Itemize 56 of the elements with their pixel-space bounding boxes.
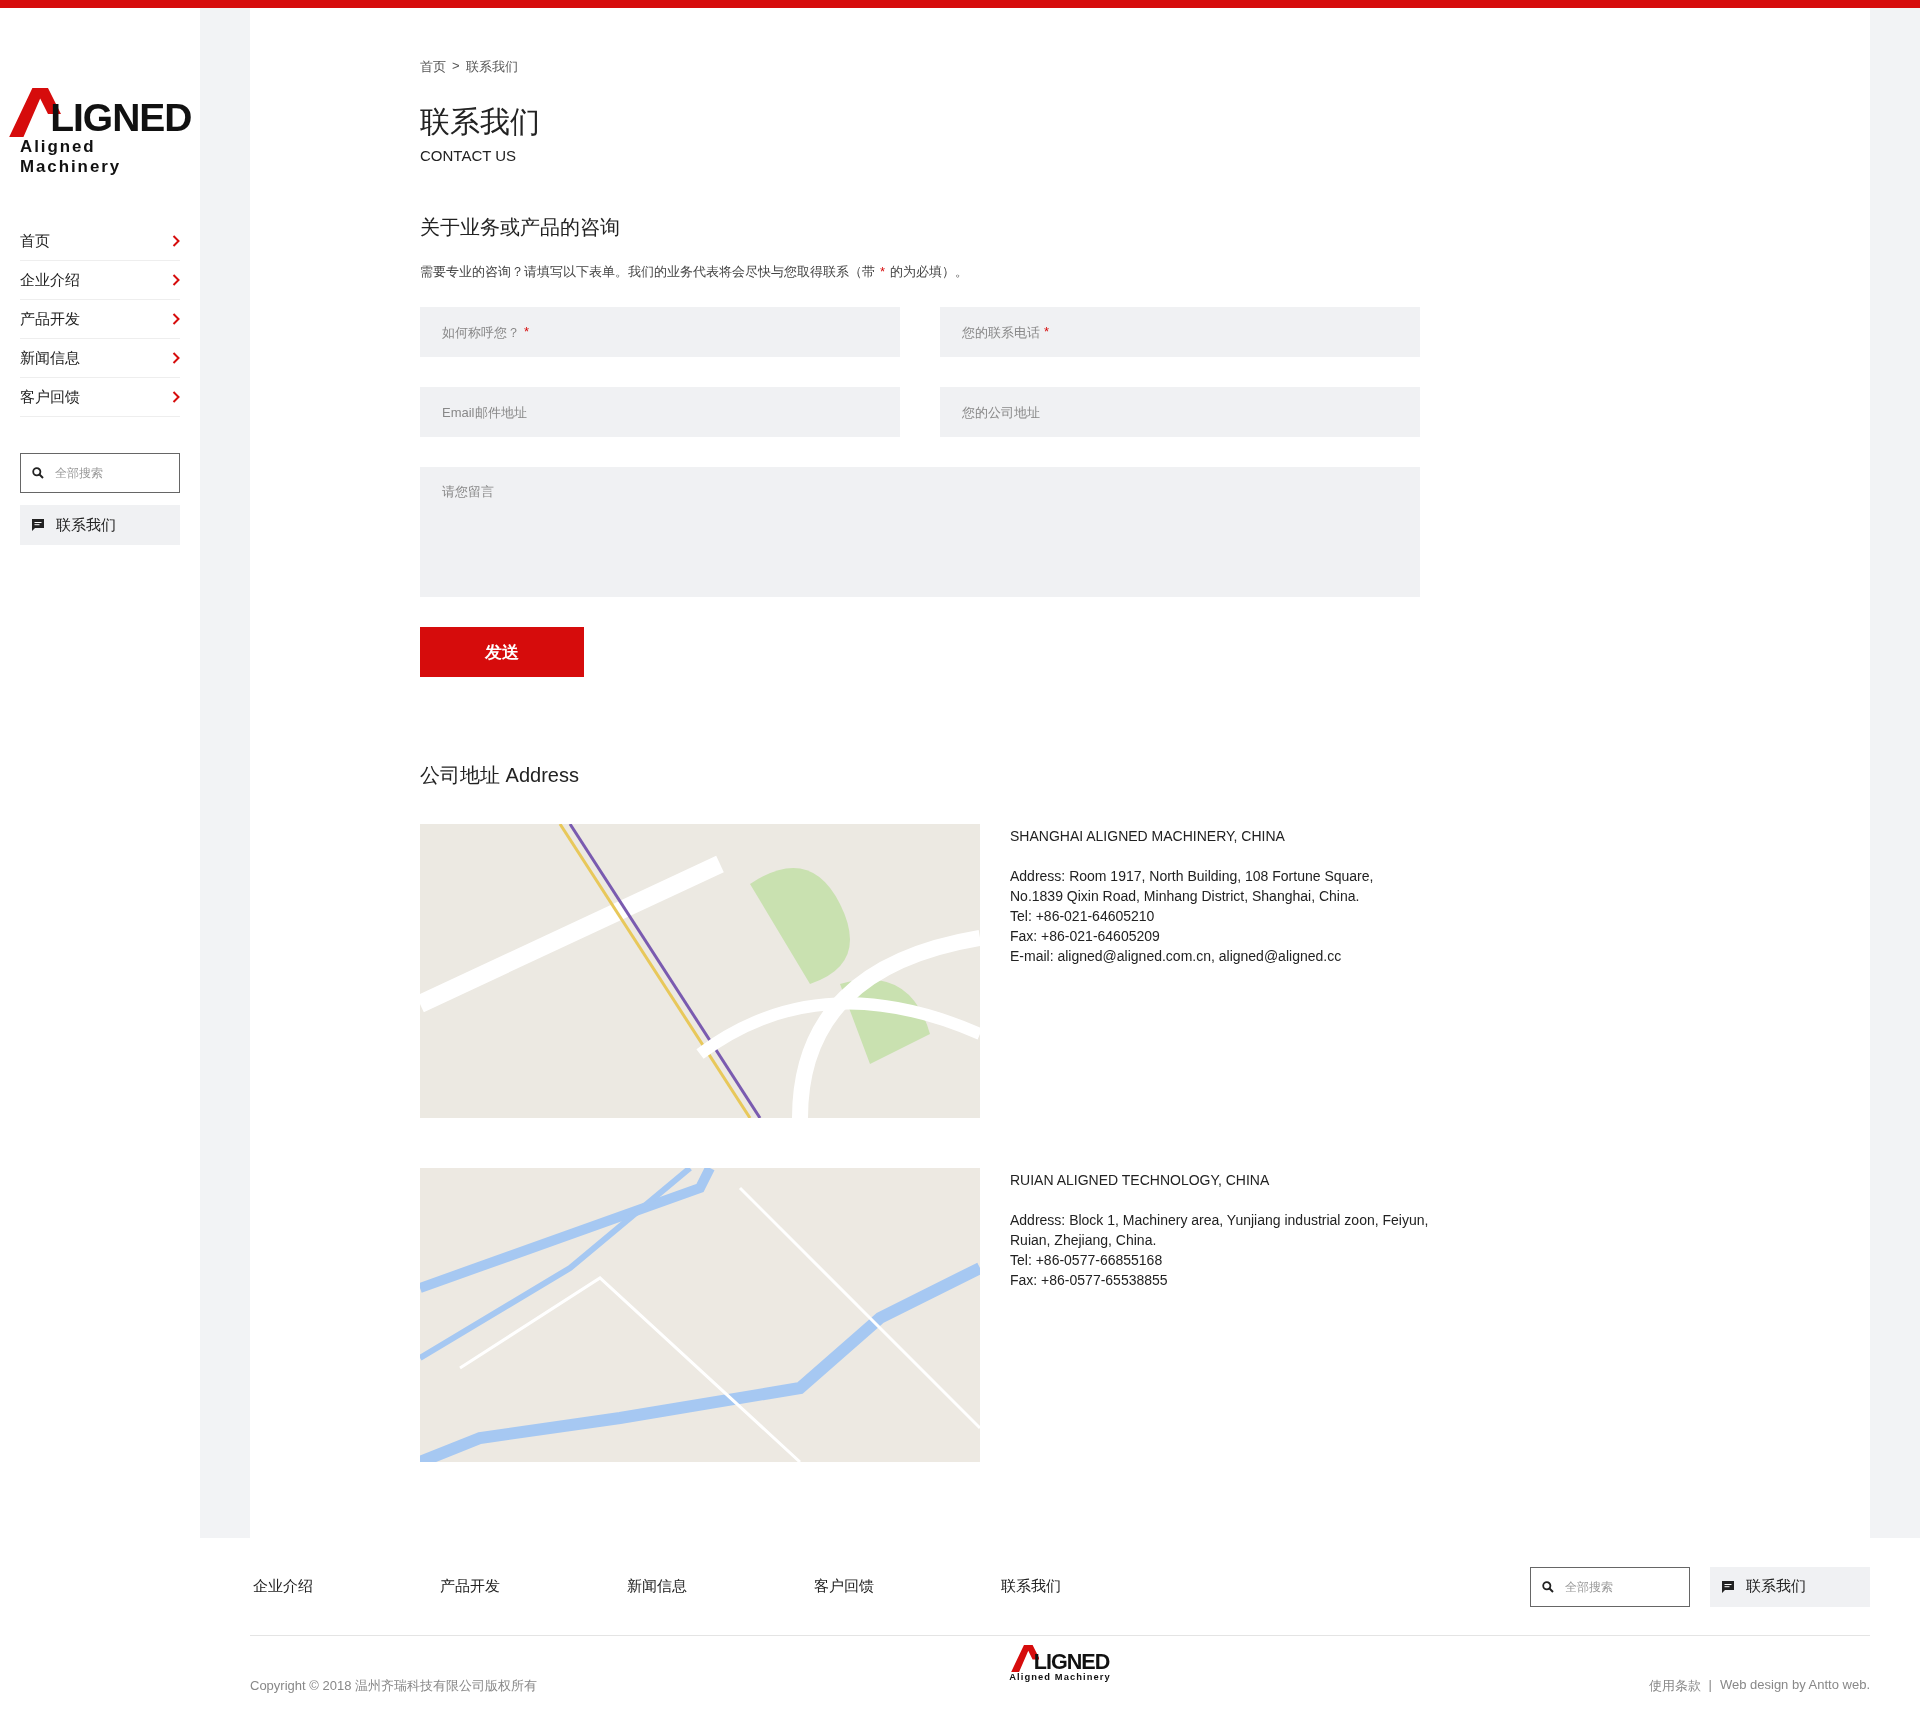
input-field[interactable]: Email邮件地址 <box>420 387 900 437</box>
search-field[interactable]: 全部搜索 <box>1530 1566 1690 1607</box>
office-detail: Tel: +86-0577-66855168 <box>1010 1251 1164 1270</box>
office-detail: Address: Block 1, Machinery area, Yunjiang industrial zoon, Feiyun, <box>1010 1211 1429 1230</box>
office-detail: Ruian, Zhejiang, China. <box>1010 1231 1158 1250</box>
footer-nav-link[interactable]: 新闻信息 <box>624 1577 811 1596</box>
chevron-right-icon <box>172 274 180 287</box>
search-icon <box>1542 1580 1554 1593</box>
nav-item[interactable]: 企业介绍 <box>20 261 180 301</box>
breadcrumb-link[interactable]: 首页 <box>420 58 446 76</box>
nav-item[interactable]: 产品开发 <box>20 300 180 340</box>
logo-tagline: Aligned Machinery <box>1009 1672 1111 1683</box>
form-description: 需要专业的咨询？请填写以下表单。我们的业务代表将会尽快与您取得联系（带 * 的为必填）。 <box>420 263 970 281</box>
page-title: 联系我们 <box>420 104 541 140</box>
office-name: RUIAN ALIGNED TECHNOLOGY, CHINA <box>1010 1172 1271 1188</box>
footer-nav-link[interactable]: 联系我们 <box>998 1577 1185 1596</box>
input-field[interactable]: 您的公司地址 <box>940 387 1420 437</box>
contact-button[interactable]: 联系我们 <box>20 505 180 546</box>
required-mark: * <box>1044 324 1050 339</box>
breadcrumb-current: 联系我们 <box>465 58 518 76</box>
office-name: SHANGHAI ALIGNED MACHINERY, CHINA <box>1010 828 1286 844</box>
nav-item[interactable]: 新闻信息 <box>20 339 180 379</box>
search-field[interactable]: 全部搜索 <box>20 453 180 494</box>
footer-nav-link[interactable]: 企业介绍 <box>250 1577 437 1596</box>
office-detail: No.1839 Qixin Road, Minhang District, Shanghai, China. <box>1010 887 1361 906</box>
footer-nav-link[interactable]: 产品开发 <box>437 1577 624 1596</box>
chevron-right-icon <box>172 352 180 365</box>
office-detail: Fax: +86-0577-65538855 <box>1010 1271 1169 1290</box>
address-heading: 公司地址 Address <box>420 763 580 788</box>
nav-item[interactable]: 首页 <box>20 222 180 262</box>
chevron-right-icon <box>172 313 180 326</box>
office-detail: Address: Room 1917, North Building, 108 Fortune Square, <box>1010 867 1374 886</box>
breadcrumb-separator: > <box>452 58 460 75</box>
chat-icon <box>32 519 44 532</box>
footer-link[interactable]: Web design by Antto web. <box>1719 1677 1870 1695</box>
send-button[interactable]: 发送 <box>420 627 584 677</box>
logo-word: LIGNED <box>50 98 192 138</box>
message-field[interactable]: 请您留言 <box>420 467 1420 597</box>
logo-tagline: Aligned Machinery <box>20 137 123 178</box>
form-heading: 关于业务或产品的咨询 <box>420 215 621 240</box>
nav-item[interactable]: 客户回馈 <box>20 378 180 418</box>
footer-nav-link[interactable]: 客户回馈 <box>811 1577 998 1596</box>
chevron-right-icon <box>172 391 180 404</box>
office-detail: Tel: +86-021-64605210 <box>1010 907 1156 926</box>
logo-word: LIGNED <box>1033 1650 1110 1673</box>
required-mark: * <box>524 324 530 339</box>
page-subtitle: CONTACT US <box>420 147 518 164</box>
contact-button[interactable]: 联系我们 <box>1710 1566 1870 1607</box>
search-icon <box>32 467 44 480</box>
copyright-text: Copyright © 2018 温州齐瑞科技有限公司版权所有 <box>250 1677 538 1695</box>
footer-link[interactable]: 使用条款 <box>1648 1677 1701 1695</box>
chat-icon <box>1722 1580 1734 1593</box>
chevron-right-icon <box>172 235 180 248</box>
office-detail: E-mail: aligned@aligned.com.cn, aligned@aligned.cc <box>1010 947 1343 966</box>
office-detail: Fax: +86-021-64605209 <box>1010 927 1161 946</box>
link-separator: | <box>1708 1677 1712 1694</box>
